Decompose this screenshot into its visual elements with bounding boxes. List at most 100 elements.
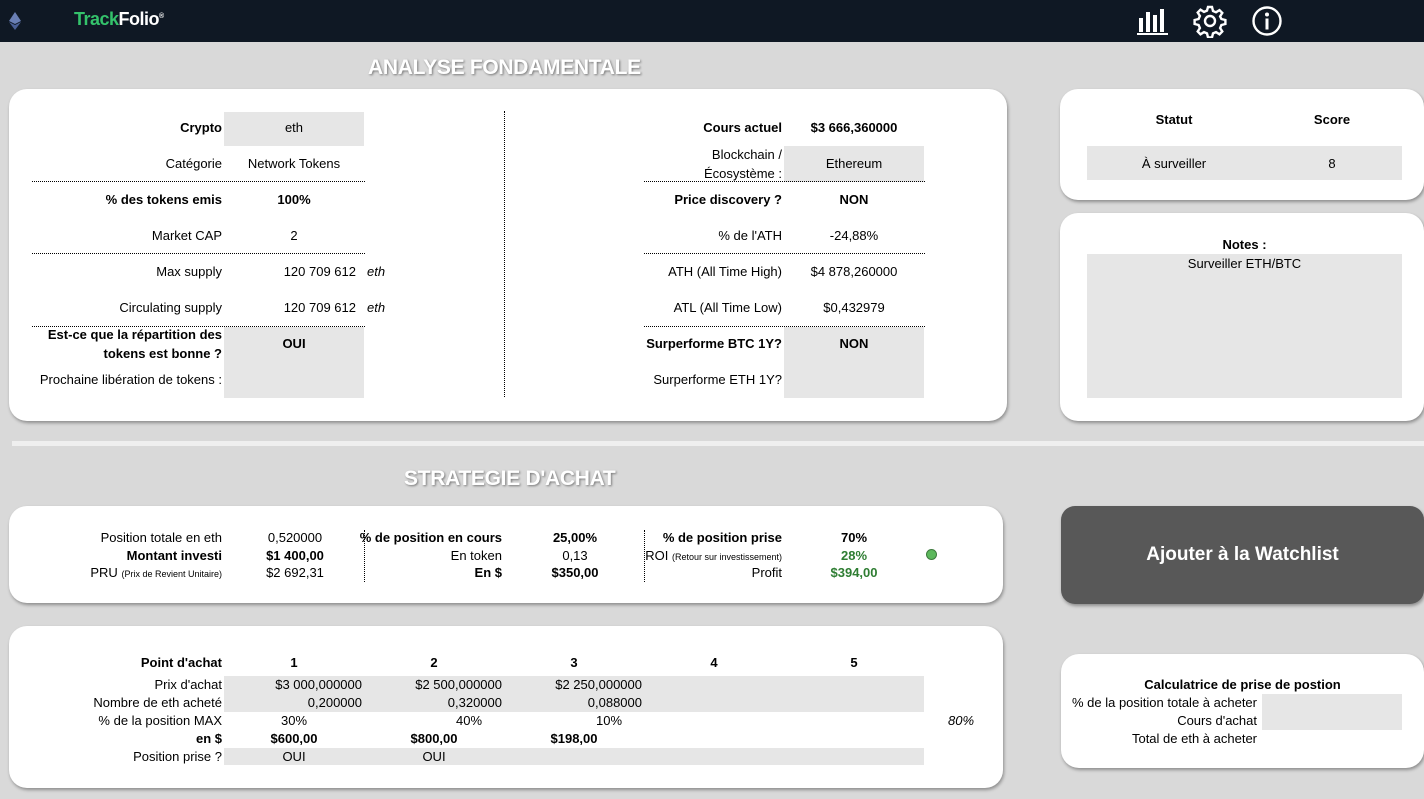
price-row-label: Prix d'achat (154, 677, 222, 692)
col-4: 4 (710, 655, 718, 670)
top-bar: TrackFolio® (0, 0, 1424, 42)
col-5: 5 (850, 655, 858, 670)
strategy-summary-panel: Position totale en eth 0,520000 Montant … (9, 506, 1003, 603)
calculator-inputs[interactable] (1262, 694, 1402, 730)
distribution-value[interactable]: OUI (224, 335, 364, 353)
strategy-title: STRATEGIE D'ACHAT (404, 467, 616, 490)
usd-row-label: en $ (195, 731, 222, 746)
pct-1[interactable]: 30% (244, 712, 344, 730)
calculator-panel: Calculatrice de prise de postion % de la… (1061, 654, 1424, 768)
pru-note: (Prix de Revient Unitaire) (121, 569, 222, 579)
section-divider (12, 441, 1424, 446)
divider (644, 326, 925, 327)
in-usd-value: $350,00 (551, 565, 599, 580)
blockchain-label-1: Blockchain / (711, 147, 782, 162)
category-label: Catégorie (165, 156, 222, 171)
usd-2: $800,00 (410, 731, 458, 746)
outperform-eth-label: Surperforme ETH 1Y? (653, 372, 782, 387)
circ-supply-value: 120 709 612 (283, 300, 356, 315)
ath-value: $4 878,260000 (810, 264, 898, 279)
in-usd-label: En $ (474, 565, 502, 580)
price-discovery-value: NON (839, 192, 869, 207)
qty-2[interactable]: 0,320000 (448, 694, 502, 712)
distribution-label-1: Est-ce que la répartition des (47, 327, 222, 342)
in-token-label: En token (450, 548, 502, 563)
notes-content[interactable]: Surveiller ETH/BTC (1087, 255, 1402, 273)
buy-point-header: Point d'achat (140, 655, 222, 670)
eth-diamond-icon[interactable] (9, 12, 21, 30)
price-label: Cours actuel (703, 120, 782, 135)
notes-label: Notes : (1222, 237, 1267, 252)
pct-row-label: % de la position MAX (98, 713, 222, 728)
qty-row-label: Nombre de eth acheté (93, 695, 222, 710)
atl-value: $0,432979 (823, 300, 885, 315)
atl-label: ATL (All Time Low) (673, 300, 782, 315)
app-logo[interactable]: TrackFolio® (74, 9, 164, 30)
status-value[interactable]: À surveiller (1114, 155, 1234, 173)
taken-row-label: Position prise ? (133, 749, 222, 764)
calc-total-label: Total de eth à acheter (1131, 731, 1257, 746)
score-header: Score (1313, 112, 1351, 127)
fundamental-panel: Crypto eth Catégorie Network Tokens % de… (9, 89, 1007, 421)
price-3[interactable]: $2 250,000000 (555, 676, 642, 694)
score-value[interactable]: 8 (1272, 155, 1392, 173)
current-position-label: % de position en cours (359, 530, 502, 545)
invested-value: $1 400,00 (266, 548, 324, 563)
tokens-emitted-value: 100% (277, 192, 311, 207)
roi-value: 28% (840, 548, 868, 563)
pct-ath-label: % de l'ATH (718, 228, 782, 243)
pct-ath-value: -24,88% (829, 228, 879, 243)
price-1[interactable]: $3 000,000000 (275, 676, 362, 694)
col-3: 3 (570, 655, 578, 670)
calc-price-label: Cours d'achat (1177, 713, 1257, 728)
outperform-btc-label: Surperforme BTC 1Y? (646, 336, 782, 351)
divider (644, 253, 925, 254)
total-position-label: Position totale en eth (100, 530, 222, 545)
fundamental-title: ANALYSE FONDAMENTALE (368, 56, 641, 79)
status-dot-icon (926, 549, 937, 560)
next-release-label: Prochaine libération de tokens : (39, 372, 222, 387)
usd-3: $198,00 (550, 731, 598, 746)
add-to-watchlist-button[interactable]: Ajouter à la Watchlist (1061, 506, 1424, 604)
taken-2[interactable]: OUI (384, 748, 484, 766)
invested-label: Montant investi (126, 548, 222, 563)
price-discovery-label: Price discovery ? (674, 192, 782, 207)
pct-3[interactable]: 10% (559, 712, 659, 730)
pct-2[interactable]: 40% (419, 712, 519, 730)
status-header: Statut (1155, 112, 1193, 127)
qty-3[interactable]: 0,088000 (588, 694, 642, 712)
bar-chart-icon[interactable] (1136, 4, 1170, 38)
roi-label-text: ROI (645, 548, 669, 563)
taken-position-label: % de position prise (662, 530, 782, 545)
max-supply-label: Max supply (156, 264, 222, 279)
divider (32, 181, 365, 182)
crypto-label: Crypto (180, 120, 222, 135)
pct-total: 80% (948, 713, 975, 728)
market-cap-value: 2 (290, 228, 298, 243)
notes-textarea[interactable] (1087, 254, 1402, 398)
calc-pct-label: % de la position totale à acheter (1071, 695, 1257, 710)
price-2[interactable]: $2 500,000000 (415, 676, 502, 694)
taken-1[interactable]: OUI (244, 748, 344, 766)
price-value: $3 666,360000 (810, 120, 898, 135)
crypto-value[interactable]: eth (224, 119, 364, 137)
market-cap-label: Market CAP (151, 228, 222, 243)
pru-value: $2 692,31 (266, 565, 324, 580)
gear-icon[interactable] (1193, 4, 1227, 38)
ath-label: ATH (All Time High) (668, 264, 782, 279)
total-position-value: 0,520000 (267, 530, 323, 545)
outperform-btc-value[interactable]: NON (784, 335, 924, 353)
circ-supply-unit: eth (367, 300, 386, 315)
column-divider (504, 111, 505, 397)
col-2: 2 (430, 655, 438, 670)
notes-panel: Notes : Surveiller ETH/BTC (1060, 213, 1424, 421)
max-supply-value: 120 709 612 (283, 264, 356, 279)
blockchain-value[interactable]: Ethereum (784, 155, 924, 173)
qty-1[interactable]: 0,200000 (308, 694, 362, 712)
divider (32, 253, 365, 254)
distribution-label-2: tokens est bonne ? (103, 346, 222, 361)
col-1: 1 (290, 655, 298, 670)
info-icon[interactable] (1250, 4, 1284, 38)
pru-label: PRU (Prix de Revient Unitaire) (90, 564, 222, 583)
profit-label: Profit (751, 565, 782, 580)
